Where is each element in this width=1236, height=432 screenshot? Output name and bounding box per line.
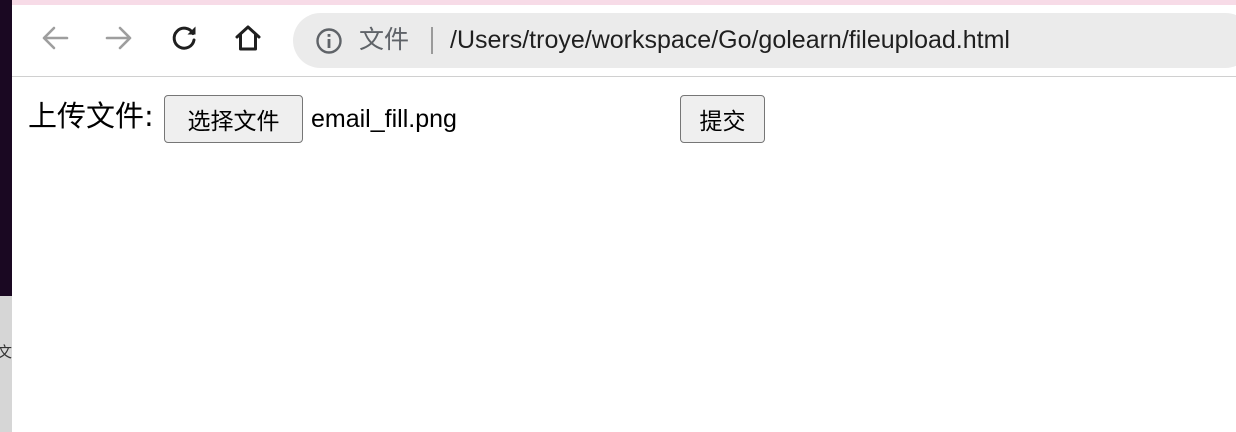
- submit-button[interactable]: 提交: [680, 95, 765, 143]
- info-icon[interactable]: [315, 27, 343, 55]
- home-icon: [235, 25, 261, 51]
- upload-label: 上传文件:: [28, 99, 154, 133]
- background-window-glyph: 文: [0, 343, 12, 361]
- url-text[interactable]: /Users/troye/workspace/Go/golearn/fileup…: [450, 24, 1010, 56]
- omnibox-divider: [431, 27, 433, 54]
- reload-icon: [172, 26, 196, 50]
- screen: 文 文件 /Users/troye/workspace/Go/golearn/f…: [0, 0, 1236, 432]
- selected-file-name: email_fill.png: [311, 105, 457, 133]
- arrow-left-icon: [42, 26, 69, 50]
- page-content: 上传文件: 选择文件 email_fill.png 提交: [12, 77, 1236, 432]
- arrow-right-icon: [105, 26, 132, 50]
- reload-button[interactable]: [168, 22, 200, 54]
- browser-toolbar: 文件 /Users/troye/workspace/Go/golearn/fil…: [12, 5, 1236, 77]
- choose-file-button[interactable]: 选择文件: [164, 95, 303, 143]
- browser-window: 文件 /Users/troye/workspace/Go/golearn/fil…: [12, 5, 1236, 432]
- back-button[interactable]: [39, 22, 71, 54]
- url-scheme-label: 文件: [359, 25, 410, 54]
- home-button[interactable]: [232, 22, 264, 54]
- background-window: [0, 296, 12, 432]
- address-bar[interactable]: 文件 /Users/troye/workspace/Go/golearn/fil…: [293, 13, 1236, 68]
- forward-button[interactable]: [103, 22, 135, 54]
- desktop-edge: 文: [0, 0, 12, 432]
